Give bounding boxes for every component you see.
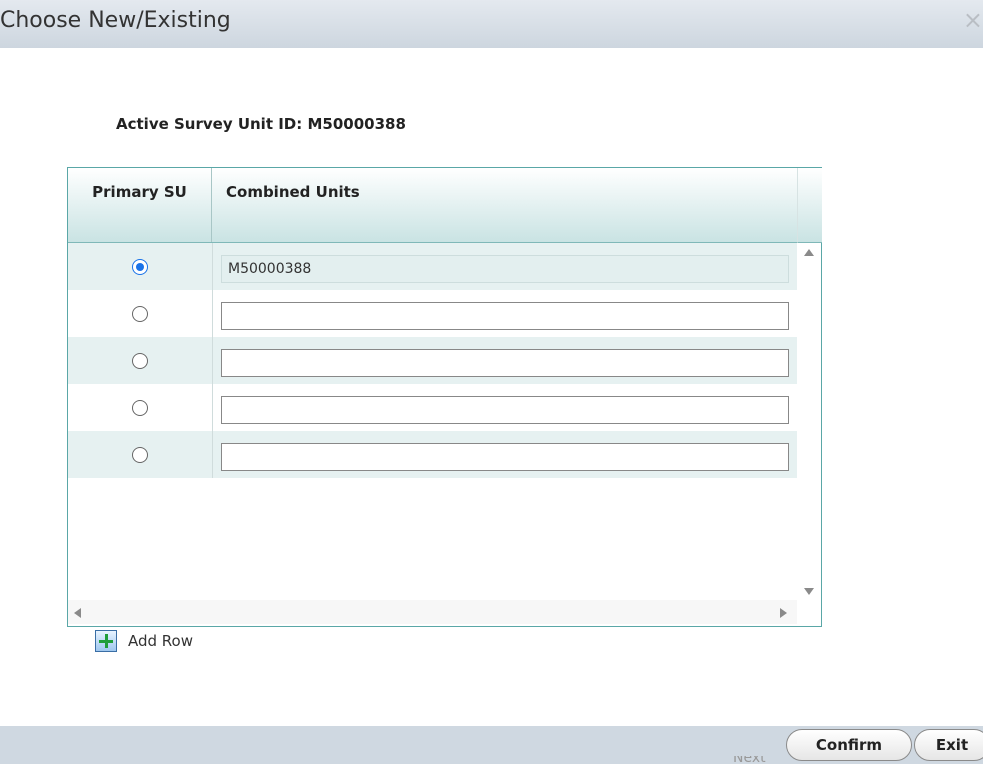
add-row-button[interactable]: Add Row	[95, 630, 193, 652]
primary-su-radio[interactable]	[132, 352, 148, 369]
primary-su-cell	[68, 243, 213, 290]
confirm-button[interactable]: Confirm	[786, 729, 912, 761]
exit-button[interactable]: Exit	[914, 729, 983, 761]
scroll-up-icon[interactable]	[804, 249, 814, 256]
table-row	[68, 290, 797, 337]
table-row	[68, 431, 797, 478]
combined-unit-field[interactable]	[221, 349, 789, 377]
close-icon[interactable]: ×	[963, 8, 983, 32]
scroll-left-icon[interactable]	[74, 608, 81, 618]
table-row	[68, 337, 797, 384]
partial-underlying-label: Next	[733, 756, 766, 766]
vertical-scrollbar[interactable]	[797, 243, 821, 600]
table-row	[68, 384, 797, 431]
grid-header-spacer	[797, 168, 822, 243]
combined-unit-field[interactable]	[221, 443, 789, 471]
column-header-combined-units[interactable]: Combined Units	[213, 168, 797, 242]
grid-body: M50000388	[68, 243, 797, 478]
primary-su-cell	[68, 290, 213, 337]
combined-unit-field[interactable]	[221, 396, 789, 424]
dialog-titlebar: Choose New/Existing ×	[0, 0, 983, 48]
add-row-icon	[95, 630, 117, 652]
partial-underlying-text: Next	[733, 756, 785, 766]
column-header-primary-su[interactable]: Primary SU	[68, 168, 212, 242]
active-survey-unit-label: Active Survey Unit ID: M50000388	[116, 115, 406, 133]
combined-units-grid: Primary SU Combined Units M50000388	[67, 167, 822, 627]
primary-su-cell	[68, 337, 213, 384]
primary-su-radio[interactable]	[132, 305, 148, 322]
primary-su-radio[interactable]	[132, 258, 148, 275]
dialog-title: Choose New/Existing	[0, 8, 231, 33]
primary-su-radio[interactable]	[132, 399, 148, 416]
combined-unit-field[interactable]: M50000388	[221, 255, 789, 283]
primary-su-cell	[68, 431, 213, 478]
primary-su-cell	[68, 384, 213, 431]
table-row: M50000388	[68, 243, 797, 290]
horizontal-scrollbar[interactable]	[68, 600, 797, 624]
grid-header: Primary SU Combined Units	[68, 168, 797, 243]
primary-su-radio[interactable]	[132, 446, 148, 463]
scroll-down-icon[interactable]	[804, 588, 814, 595]
add-row-label: Add Row	[128, 632, 194, 650]
combined-unit-field[interactable]	[221, 302, 789, 330]
scroll-right-icon[interactable]	[780, 608, 787, 618]
